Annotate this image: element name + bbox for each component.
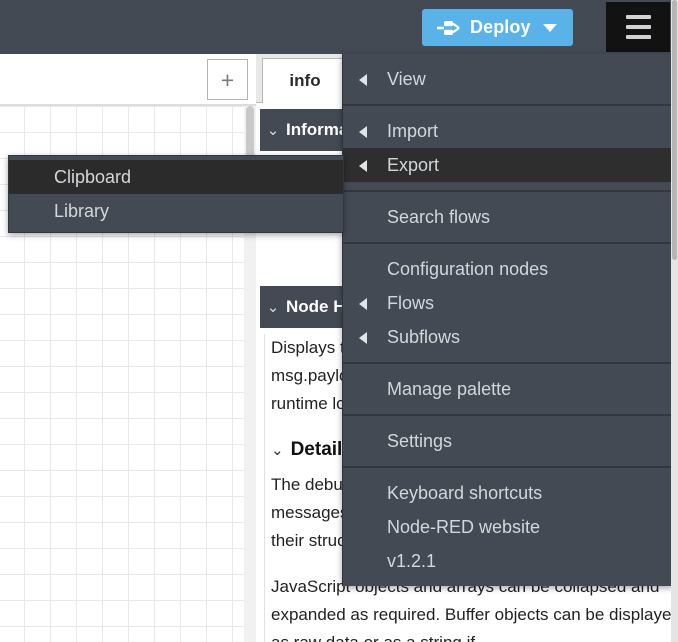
menu-item-label: v1.2.1 (387, 551, 437, 571)
chevron-down-icon: ⌄ (271, 442, 284, 459)
menu-item-subflows[interactable]: Subflows (343, 320, 673, 354)
menu-group: Search flows (343, 192, 673, 244)
main-dropdown-menu: View Import Export Search flows Configuratio… (342, 54, 673, 586)
hamburger-menu-icon-bar (625, 35, 651, 39)
menu-group: View (343, 54, 673, 106)
menu-group: Import Export (343, 106, 673, 192)
page-vertical-scrollbar[interactable] (671, 0, 678, 642)
chevron-left-icon (359, 126, 367, 138)
deploy-nodes-icon (437, 20, 460, 35)
menu-item-search-flows[interactable]: Search flows (343, 200, 673, 234)
flow-tab-bar: + (0, 54, 256, 106)
chevron-down-icon: ⌄ (266, 299, 280, 316)
add-flow-tab-button[interactable]: + (207, 59, 248, 100)
menu-item-label: Configuration nodes (387, 259, 549, 279)
main-menu-button[interactable] (606, 2, 670, 52)
hamburger-menu-icon-bar (625, 25, 651, 29)
menu-group: Manage palette (343, 364, 673, 416)
menu-item-view[interactable]: View (343, 62, 673, 96)
chevron-left-icon (359, 160, 367, 172)
chevron-down-icon: ⌄ (266, 122, 280, 139)
menu-group: Keyboard shortcuts Node-RED website v1.2.1 (343, 468, 673, 586)
menu-item-label: Flows (387, 293, 435, 313)
deploy-button[interactable]: Deploy (422, 9, 573, 46)
chevron-left-icon (359, 298, 367, 310)
menu-item-v1-2-1[interactable]: v1.2.1 (343, 544, 673, 578)
chevron-left-icon (359, 332, 367, 344)
submenu-item-label: Library (54, 201, 110, 221)
hamburger-menu-icon (625, 15, 651, 19)
menu-group: Configuration nodes Flows Subflows (343, 244, 673, 364)
menu-item-label: Search flows (387, 207, 491, 227)
chevron-left-icon (359, 74, 367, 86)
menu-item-label: View (387, 69, 426, 89)
menu-item-keyboard-shortcuts[interactable]: Keyboard shortcuts (343, 476, 673, 510)
menu-item-export[interactable]: Export (343, 148, 673, 182)
menu-item-label: Node-RED website (387, 517, 541, 537)
menu-item-node-red-website[interactable]: Node-RED website (343, 510, 673, 544)
page-scrollbar-thumb[interactable] (672, 0, 677, 260)
submenu-item-library[interactable]: Library (9, 194, 343, 228)
menu-item-label: Settings (387, 431, 453, 451)
menu-item-settings[interactable]: Settings (343, 424, 673, 458)
menu-item-import[interactable]: Import (343, 114, 673, 148)
menu-item-configuration-nodes[interactable]: Configuration nodes (343, 252, 673, 286)
menu-group: Settings (343, 416, 673, 468)
menu-item-label: Subflows (387, 327, 461, 347)
submenu-item-clipboard[interactable]: Clipboard (9, 160, 343, 194)
menu-item-flows[interactable]: Flows (343, 286, 673, 320)
flow-workspace: + (0, 54, 256, 642)
tab-info[interactable]: info (262, 58, 348, 103)
export-submenu: Clipboard Library (8, 155, 344, 233)
chevron-down-icon[interactable] (543, 23, 557, 32)
deploy-button-label: Deploy (470, 17, 531, 37)
menu-item-label: Manage palette (387, 379, 512, 399)
menu-item-label: Export (387, 155, 440, 175)
menu-item-label: Import (387, 121, 439, 141)
app-header: Deploy (0, 0, 678, 54)
menu-item-manage-palette[interactable]: Manage palette (343, 372, 673, 406)
menu-item-label: Keyboard shortcuts (387, 483, 543, 503)
submenu-item-label: Clipboard (54, 167, 132, 187)
